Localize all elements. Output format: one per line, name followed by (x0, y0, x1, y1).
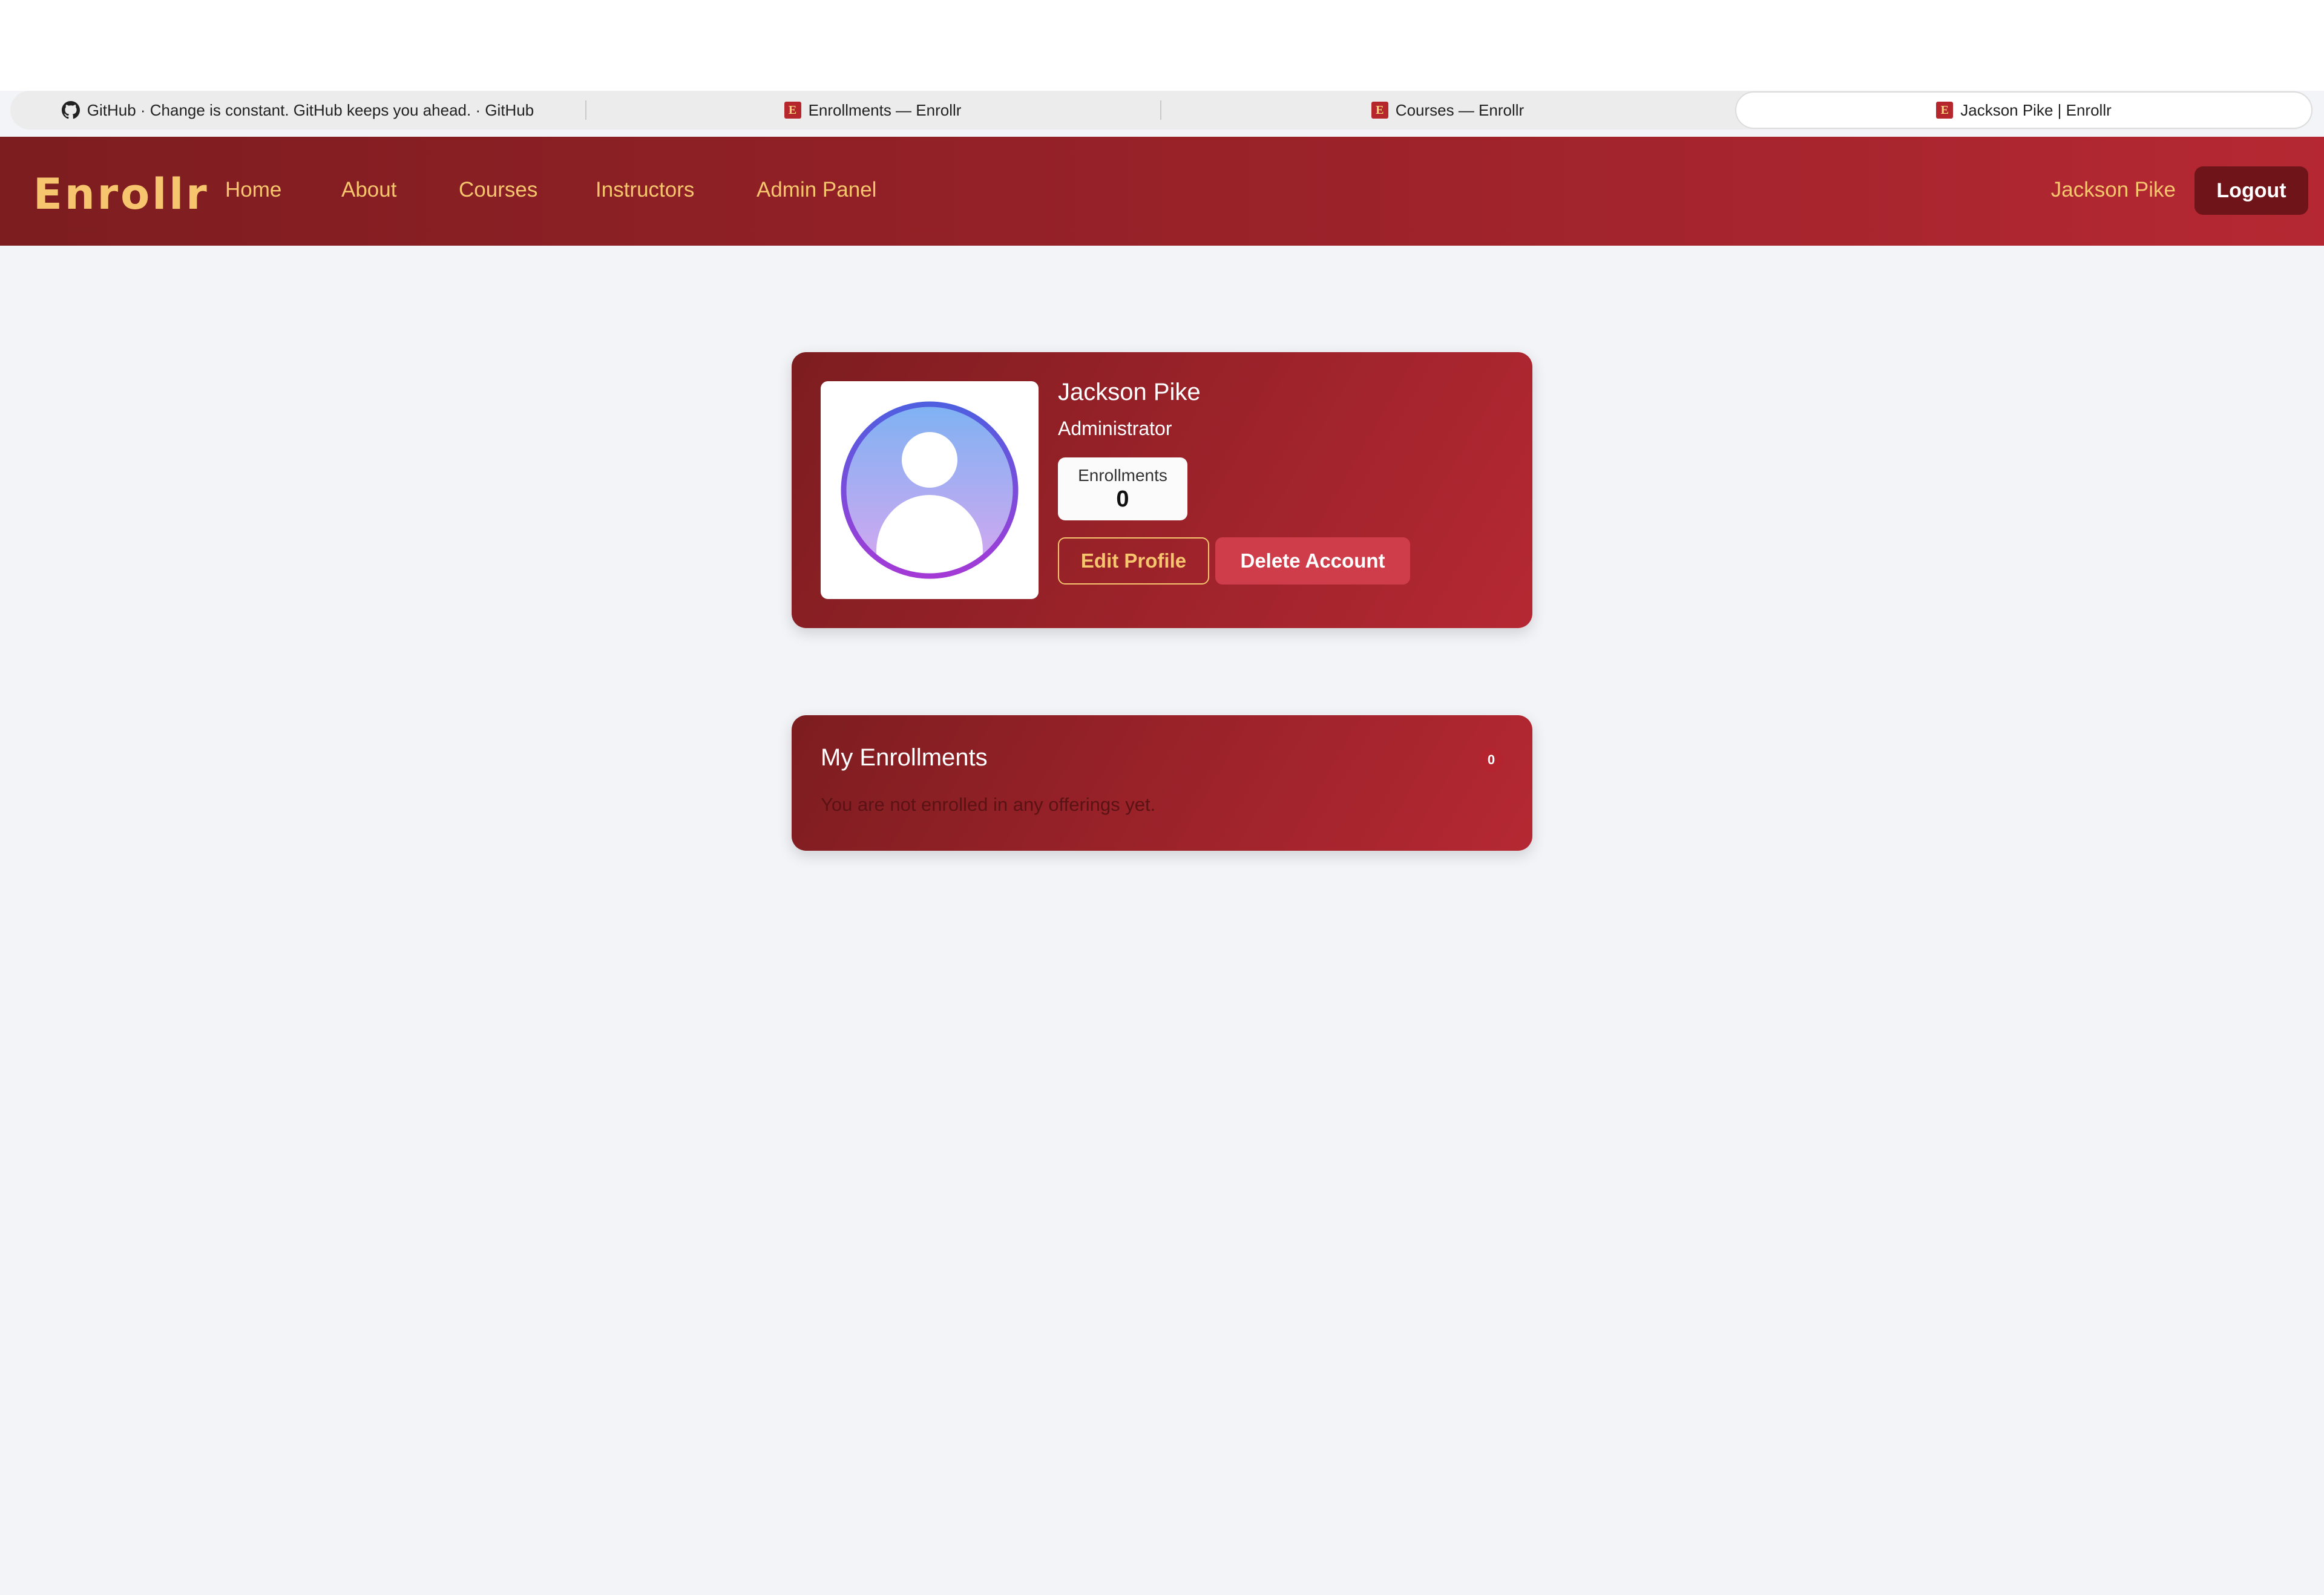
tab-bar: GitHub · Change is constant. GitHub keep… (10, 91, 2313, 129)
enrollments-empty-message: You are not enrolled in any offerings ye… (821, 794, 1156, 815)
tab-title: GitHub · Change is constant. GitHub keep… (87, 100, 534, 119)
browser-chrome (0, 0, 2324, 91)
nav-admin-panel[interactable]: Admin Panel (757, 178, 876, 202)
tab-title: Enrollments — Enrollr (808, 100, 962, 119)
enrollments-title: My Enrollments (821, 744, 988, 771)
nav-courses[interactable]: Courses (459, 178, 537, 202)
enrollr-favicon-icon: E (1371, 102, 1388, 119)
tab-profile-active[interactable]: E Jackson Pike | Enrollr (1735, 91, 2313, 129)
nav-about[interactable]: About (341, 178, 396, 202)
logout-button[interactable]: Logout (2194, 166, 2308, 215)
nav-home[interactable]: Home (225, 178, 281, 202)
user-avatar-icon (841, 401, 1019, 579)
tab-courses[interactable]: E Courses — Enrollr (1160, 91, 1735, 129)
enrollments-card: My Enrollments 0 You are not enrolled in… (792, 715, 1532, 851)
profile-role: Administrator (1058, 418, 1172, 439)
tab-github[interactable]: GitHub · Change is constant. GitHub keep… (10, 91, 585, 129)
avatar (821, 381, 1039, 599)
profile-card: Jackson Pike Administrator Enrollments 0… (792, 352, 1532, 628)
tab-title: Jackson Pike | Enrollr (1960, 100, 2112, 119)
enrollr-favicon-icon: E (1936, 102, 1954, 119)
tab-title: Courses — Enrollr (1395, 100, 1525, 119)
enrollr-favicon-icon: E (784, 102, 801, 119)
profile-name: Jackson Pike (1058, 379, 1201, 405)
nav-user-name[interactable]: Jackson Pike (2051, 178, 2176, 202)
delete-account-button[interactable]: Delete Account (1215, 537, 1410, 585)
stat-value: 0 (1116, 486, 1129, 512)
enrollments-stat: Enrollments 0 (1058, 457, 1187, 520)
github-icon (61, 101, 80, 119)
nav-instructors[interactable]: Instructors (596, 178, 694, 202)
tab-enrollments[interactable]: E Enrollments — Enrollr (585, 91, 1160, 129)
brand-logo[interactable]: Enrollr (33, 169, 209, 219)
enrollments-count-badge: 0 (1479, 748, 1503, 772)
edit-profile-button[interactable]: Edit Profile (1058, 537, 1209, 585)
stat-label: Enrollments (1078, 466, 1167, 485)
site-navbar: Enrollr Home About Courses Instructors A… (0, 137, 2324, 246)
